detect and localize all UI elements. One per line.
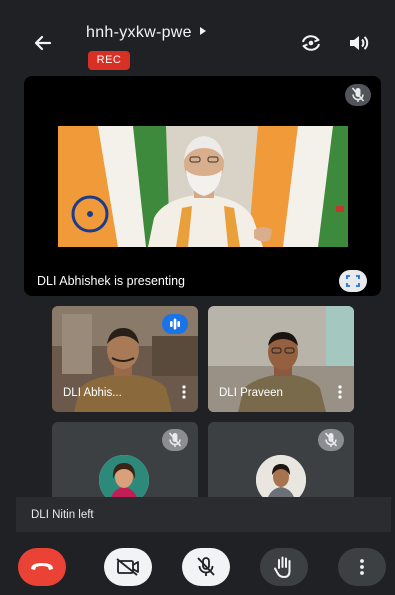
caret-right-icon [199, 27, 206, 35]
top-bar: hnh-yxkw-pwe REC [0, 0, 395, 72]
microphone-toggle-button[interactable] [182, 548, 230, 586]
presented-video-image [58, 126, 348, 247]
more-vert-icon[interactable] [182, 385, 186, 399]
mic-off-icon [345, 84, 371, 106]
participant-tile[interactable]: DLI Abhis... [52, 306, 198, 412]
camera-off-icon [116, 558, 139, 576]
meeting-code-button[interactable]: hnh-yxkw-pwe [86, 24, 206, 42]
switch-camera-icon[interactable] [298, 30, 324, 56]
status-message: DLI Nitin left [31, 509, 94, 521]
fullscreen-icon[interactable] [339, 270, 367, 292]
presentation-tile[interactable]: DLI Abhishek is presenting [24, 76, 381, 296]
speaker-icon[interactable] [346, 30, 372, 56]
mic-off-icon [197, 557, 215, 576]
recording-badge: REC [88, 51, 130, 70]
man-avatar [256, 455, 306, 502]
presenter-label: DLI Abhishek is presenting [37, 274, 186, 288]
camera-toggle-button[interactable] [104, 548, 152, 586]
participant-tile[interactable] [208, 422, 354, 502]
participant-name: DLI Abhis... [63, 387, 122, 399]
mic-off-icon [162, 429, 188, 451]
end-call-button[interactable] [18, 548, 66, 586]
participant-tile[interactable] [52, 422, 198, 502]
end-call-icon [31, 563, 53, 570]
more-options-button[interactable] [338, 548, 386, 586]
participant-name: DLI Praveen [219, 387, 283, 399]
speaking-indicator-icon [162, 314, 188, 334]
woman-avatar [99, 455, 149, 502]
participant-tile[interactable]: DLI Praveen [208, 306, 354, 412]
raise-hand-icon [274, 556, 291, 578]
status-bar: DLI Nitin left [16, 497, 391, 532]
back-arrow-icon[interactable] [30, 30, 56, 56]
more-vert-icon[interactable] [338, 385, 342, 399]
meeting-code: hnh-yxkw-pwe [86, 24, 192, 41]
raise-hand-button[interactable] [260, 548, 308, 586]
mic-off-icon [318, 429, 344, 451]
more-vert-icon [360, 559, 364, 575]
